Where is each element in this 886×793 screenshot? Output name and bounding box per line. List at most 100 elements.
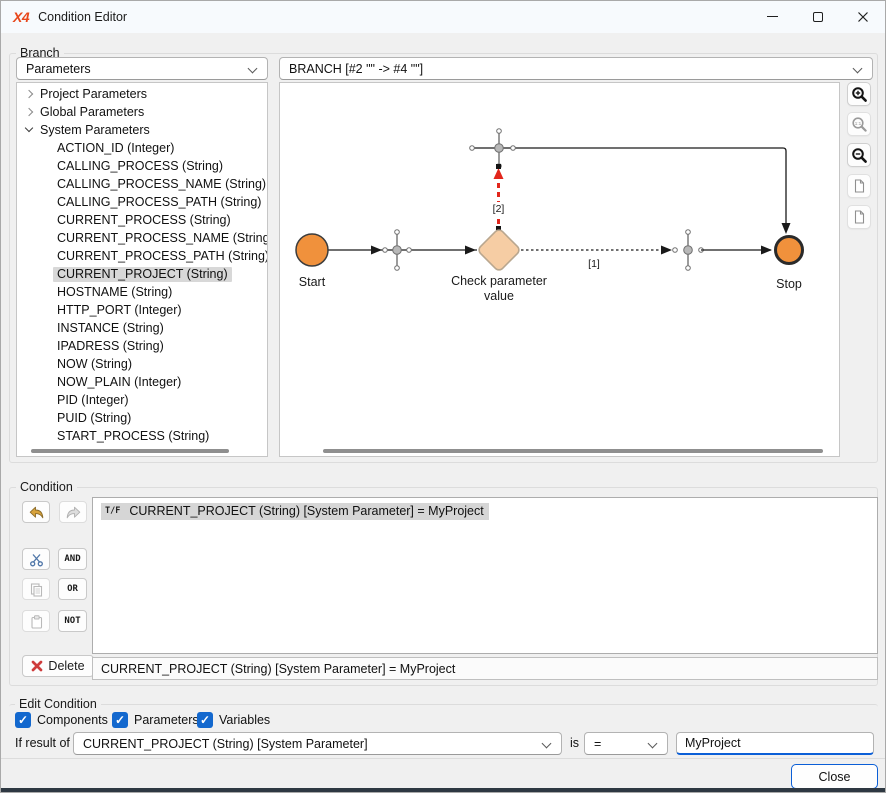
condition-group-label: Condition	[16, 479, 77, 495]
if-result-of-label: If result of	[15, 736, 70, 750]
tree-item[interactable]: CALLING_PROCESS_NAME (String)	[17, 175, 267, 193]
and-button[interactable]: AND	[58, 548, 87, 570]
minimize-button[interactable]	[750, 1, 795, 32]
checkbox-checked-icon[interactable]	[197, 712, 213, 728]
close-window-button[interactable]	[840, 1, 885, 32]
tree-item[interactable]: PUID (String)	[17, 409, 267, 427]
decision-node[interactable]	[477, 228, 521, 272]
paste-button[interactable]	[22, 610, 50, 632]
tree-item[interactable]: NOW_PLAIN (Integer)	[17, 373, 267, 391]
start-node-label: Start	[299, 275, 326, 289]
tree-item-label: CALLING_PROCESS_NAME (String)	[57, 177, 266, 191]
edge-endpoint-handle[interactable]	[496, 164, 501, 169]
tree-item[interactable]: CURRENT_PROCESS (String)	[17, 211, 267, 229]
checkbox-checked-icon[interactable]	[15, 712, 31, 728]
footer-separator	[1, 758, 885, 759]
tree-item[interactable]: CALLING_PROCESS_PATH (String)	[17, 193, 267, 211]
tree-item[interactable]: START_PROCESS (String)	[17, 427, 267, 445]
redo-icon	[65, 505, 82, 520]
tree-item[interactable]: HOSTNAME (String)	[17, 283, 267, 301]
expression-combobox[interactable]: CURRENT_PROJECT (String) [System Paramet…	[73, 732, 562, 755]
diagram-horizontal-scrollbar[interactable]	[323, 449, 823, 453]
process-diagram: [2] [1]	[280, 83, 839, 443]
tree-item-current-project-selected[interactable]: CURRENT_PROJECT (String)	[17, 265, 267, 283]
fit-page-button[interactable]	[847, 174, 871, 198]
edge-branch2-active[interactable]: [2]	[489, 164, 508, 233]
tree-item[interactable]: INSTANCE (String)	[17, 319, 267, 337]
undo-button[interactable]	[22, 501, 50, 523]
tree-item[interactable]: IPADRESS (String)	[17, 337, 267, 355]
zoom-out-button[interactable]	[847, 143, 871, 167]
chevron-right-icon[interactable]	[24, 107, 34, 117]
parameter-tree[interactable]: Project Parameters Global Parameters Sys…	[16, 82, 268, 457]
chevron-down-icon[interactable]	[24, 125, 34, 135]
parameter-category-combobox[interactable]: Parameters	[16, 57, 268, 80]
tree-item-label: NOW (String)	[57, 357, 132, 371]
tree-item[interactable]: CURRENT_PROCESS_PATH (String)	[17, 247, 267, 265]
maximize-icon	[813, 12, 823, 22]
condition-editor-window: X4 Condition Editor Branch Parameters BR…	[0, 0, 886, 793]
zoom-actual-size-button[interactable]: 1:1	[847, 112, 871, 136]
tree-item-global-parameters[interactable]: Global Parameters	[17, 103, 267, 121]
zoom-in-icon	[851, 86, 868, 103]
delete-button[interactable]: Delete	[22, 655, 94, 677]
parameter-category-value: Parameters	[26, 62, 91, 76]
tree-item-label: NOW_PLAIN (Integer)	[57, 375, 181, 389]
variables-checkbox[interactable]: Variables	[197, 712, 270, 728]
tree-item[interactable]: NOW (String)	[17, 355, 267, 373]
titlebar[interactable]: X4 Condition Editor	[1, 1, 885, 33]
zoom-out-icon	[851, 147, 868, 164]
tree-item-label: Project Parameters	[40, 87, 147, 101]
condition-detail-text: CURRENT_PROJECT (String) [System Paramet…	[101, 662, 455, 676]
not-button[interactable]: NOT	[58, 610, 87, 632]
tree-horizontal-scrollbar[interactable]	[31, 449, 229, 453]
edge-connector-handle[interactable]	[673, 230, 704, 271]
or-button[interactable]: OR	[58, 578, 87, 600]
tree-item-project-parameters[interactable]: Project Parameters	[17, 85, 267, 103]
arrowhead-icon	[371, 246, 382, 255]
window-controls	[750, 1, 885, 33]
chevron-right-icon[interactable]	[24, 89, 34, 99]
operator-combobox[interactable]: =	[584, 732, 668, 755]
redo-button[interactable]	[59, 501, 87, 523]
condition-group: Condition AND	[9, 487, 878, 686]
svg-text:1:1: 1:1	[854, 120, 861, 125]
close-button[interactable]: Close	[791, 764, 878, 789]
components-checkbox[interactable]: Components	[15, 712, 108, 728]
chevron-down-icon	[248, 64, 258, 74]
value-input[interactable]	[676, 732, 874, 755]
condition-list[interactable]: T/F CURRENT_PROJECT (String) [System Par…	[92, 497, 878, 654]
operator-combobox-value: =	[594, 737, 601, 751]
fit-selection-button[interactable]	[847, 205, 871, 229]
edge-connector-handle[interactable]	[383, 230, 412, 271]
cut-button[interactable]	[22, 548, 50, 570]
zoom-in-button[interactable]	[847, 82, 871, 106]
tree-item-label: CALLING_PROCESS_PATH (String)	[57, 195, 261, 209]
tree-item-label: ACTION_ID (Integer)	[57, 141, 174, 155]
parameters-checkbox[interactable]: Parameters	[112, 712, 199, 728]
edit-condition-group: Edit Condition Components Parameters Var…	[9, 704, 878, 755]
checkbox-checked-icon[interactable]	[112, 712, 128, 728]
window-title: Condition Editor	[38, 10, 127, 24]
tree-item[interactable]: CALLING_PROCESS (String)	[17, 157, 267, 175]
branch-combobox[interactable]: BRANCH [#2 "" -> #4 ""]	[279, 57, 873, 80]
maximize-button[interactable]	[795, 1, 840, 32]
edge-label-branch2: [2]	[493, 203, 505, 215]
chevron-down-icon	[648, 739, 658, 749]
copy-button[interactable]	[22, 578, 50, 600]
start-node[interactable]	[296, 234, 328, 266]
arrowhead-icon	[782, 223, 791, 234]
condition-list-item-selected[interactable]: T/F CURRENT_PROJECT (String) [System Par…	[101, 503, 489, 520]
copy-icon	[29, 582, 44, 597]
tree-item[interactable]: HTTP_PORT (Integer)	[17, 301, 267, 319]
tree-item[interactable]: PID (Integer)	[17, 391, 267, 409]
components-checkbox-label: Components	[37, 713, 108, 727]
tree-item[interactable]: ACTION_ID (Integer)	[17, 139, 267, 157]
tree-item-label: IPADRESS (String)	[57, 339, 164, 353]
tree-item-system-parameters[interactable]: System Parameters	[17, 121, 267, 139]
stop-node[interactable]	[776, 237, 803, 264]
process-diagram-canvas[interactable]: [2] [1]	[279, 82, 840, 457]
edge-branch2-line[interactable]	[472, 148, 786, 228]
condition-item-text: CURRENT_PROJECT (String) [System Paramet…	[129, 504, 483, 518]
tree-item[interactable]: CURRENT_PROCESS_NAME (String)	[17, 229, 267, 247]
